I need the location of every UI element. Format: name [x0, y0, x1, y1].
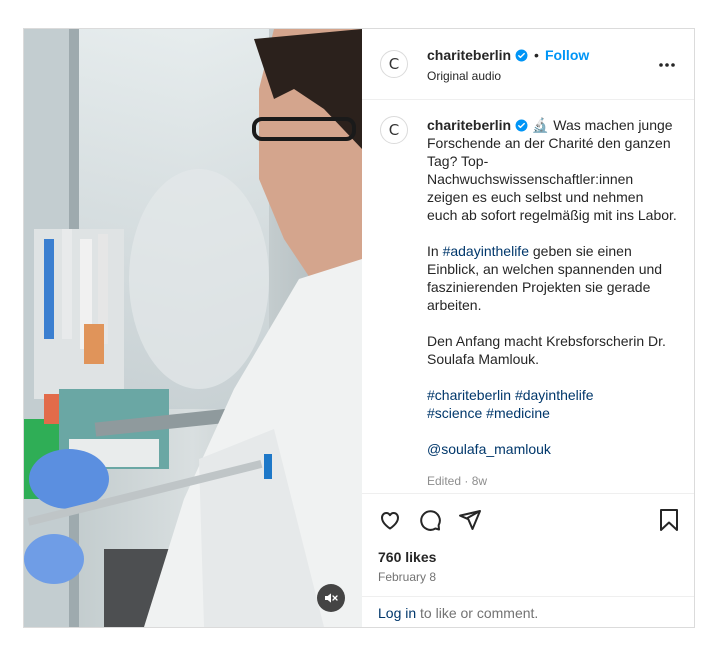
follow-button[interactable]: Follow [545, 47, 589, 63]
caption-paragraph-1: chariteberlin 🔬 Was machen junge Forsche… [427, 116, 677, 224]
caption-paragraph-2: In #adayinthelife geben sie einen Einbli… [427, 242, 677, 314]
post-sidebar: C chariteberlin • Follow Original audio C … [362, 29, 694, 627]
comment-icon [420, 510, 441, 531]
hashtag-link[interactable]: #dayinthelife [515, 387, 594, 403]
login-prompt: Log in to like or comment. [362, 596, 694, 628]
caption-text: chariteberlin 🔬 Was machen junge Forsche… [427, 116, 677, 490]
caption-para2-prefix: In [427, 243, 443, 259]
caption-paragraph-3: Den Anfang macht Krebsforscherin Dr. Sou… [427, 333, 666, 367]
video-frame [24, 29, 362, 627]
caption-avatar-letter: C [388, 121, 400, 139]
microscope-emoji: 🔬 [531, 117, 550, 133]
caption-username-link[interactable]: chariteberlin [427, 117, 511, 133]
hashtag-link[interactable]: #medicine [486, 405, 550, 421]
login-prompt-text: Log in to like or comment. [378, 605, 538, 621]
hashtag-link[interactable]: #adayinthelife [443, 243, 529, 259]
login-prompt-rest: to like or comment. [416, 605, 539, 621]
header-title-row: chariteberlin • Follow [427, 47, 589, 65]
share-icon [459, 510, 481, 530]
comment-button[interactable] [418, 508, 442, 537]
hashtag-link[interactable]: #chariteberlin [427, 387, 511, 403]
caption-mention: @soulafa_mamlouk [427, 440, 677, 458]
verified-badge-icon [515, 119, 528, 132]
post-video[interactable] [24, 29, 362, 627]
mute-button[interactable] [317, 584, 345, 612]
likes-count[interactable]: 760 likes [378, 549, 436, 565]
edited-timestamp: Edited · 8w [427, 474, 488, 488]
bookmark-icon [660, 509, 678, 531]
original-audio-link[interactable]: Original audio [427, 69, 501, 83]
caption-area: C chariteberlin 🔬 Was machen junge Forsc… [362, 100, 694, 493]
caption-avatar[interactable]: C [380, 116, 408, 144]
login-link[interactable]: Log in [378, 605, 416, 621]
more-horizontal-icon [659, 63, 675, 67]
verified-badge-icon [515, 49, 528, 62]
speaker-muted-icon [325, 593, 338, 603]
share-button[interactable] [458, 508, 482, 537]
heart-icon [381, 512, 399, 530]
post-header: C chariteberlin • Follow Original audio [362, 29, 694, 100]
like-button[interactable] [378, 508, 402, 537]
username-link[interactable]: chariteberlin [427, 47, 511, 63]
hashtag-link[interactable]: #science [427, 405, 482, 421]
more-options-button[interactable] [658, 55, 676, 73]
post-date[interactable]: February 8 [378, 570, 436, 584]
save-button[interactable] [658, 508, 680, 537]
separator-dot: • [534, 47, 539, 63]
mention-link[interactable]: @soulafa_mamlouk [427, 441, 551, 457]
avatar-letter: C [388, 55, 400, 73]
post-card: C chariteberlin • Follow Original audio C … [23, 28, 695, 628]
caption-hashtags: #chariteberlin #dayinthelife #science #me… [427, 386, 677, 422]
avatar[interactable]: C [380, 50, 408, 78]
action-bar: 760 likes February 8 [362, 493, 694, 604]
